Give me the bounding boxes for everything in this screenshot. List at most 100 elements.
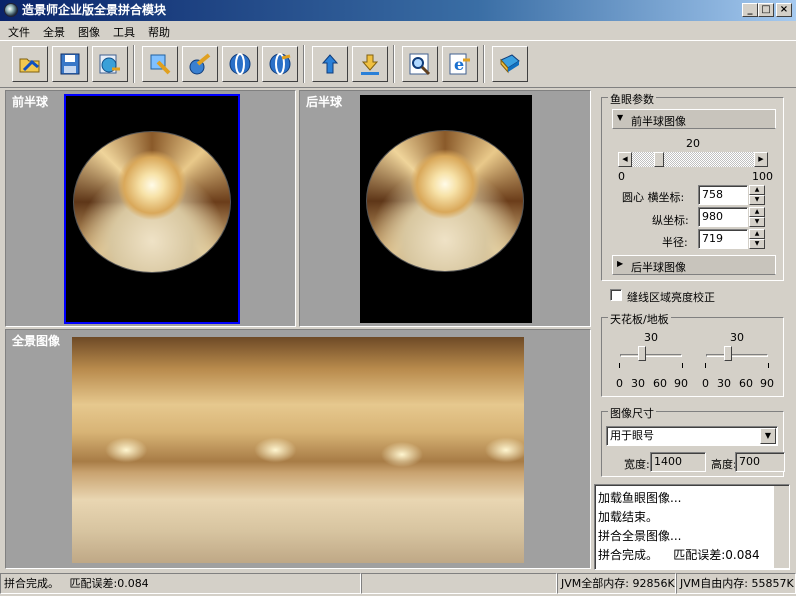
front-hemisphere-panel: 前半球 xyxy=(5,90,296,327)
export-button[interactable] xyxy=(92,46,128,82)
front-section-header[interactable]: ▼ 前半球图像 xyxy=(612,109,776,129)
panorama-image[interactable] xyxy=(72,337,524,563)
close-button[interactable]: × xyxy=(776,3,792,17)
back-sphere-icon xyxy=(269,53,291,75)
slider-value: 20 xyxy=(686,137,700,150)
panorama-panel-title: 全景图像 xyxy=(12,334,61,348)
spin-up-icon[interactable]: ▲ xyxy=(749,229,765,239)
log-line: 加载结束。 xyxy=(598,510,659,524)
export-globe-icon xyxy=(99,54,120,74)
download-button[interactable] xyxy=(352,46,388,82)
front-sphere-button[interactable] xyxy=(222,46,258,82)
slider-track[interactable] xyxy=(632,152,754,167)
collapse-arrow-icon: ▼ xyxy=(617,113,624,122)
save-button[interactable] xyxy=(52,46,88,82)
log-textarea[interactable]: 加载鱼眼图像... 加载结束。 拼合全景图像... 拼合完成。 匹配误差:0.0… xyxy=(594,484,790,570)
maximize-button[interactable]: □ xyxy=(758,3,774,17)
spin-down-icon[interactable]: ▼ xyxy=(749,239,765,249)
zoom-icon xyxy=(409,53,431,76)
center-y-spinner[interactable]: ▲ ▼ xyxy=(749,207,765,227)
spin-down-icon[interactable]: ▼ xyxy=(749,217,765,227)
slider-right-arrow[interactable]: ▶ xyxy=(754,152,768,167)
seam-correction-label: 缝线区域亮度校正 xyxy=(627,291,715,304)
open-button[interactable] xyxy=(12,46,48,82)
back-sphere-button[interactable] xyxy=(262,46,298,82)
center-x-spinner[interactable]: ▲ ▼ xyxy=(749,185,765,205)
minimize-button[interactable]: _ xyxy=(742,3,758,17)
ceiling-tick: 30 xyxy=(631,377,645,390)
select-arrow-icon xyxy=(150,54,171,75)
spin-up-icon[interactable]: ▲ xyxy=(749,207,765,217)
front-section-label: 前半球图像 xyxy=(631,115,686,128)
ceiling-slider-track[interactable] xyxy=(620,354,682,357)
slider-left-arrow[interactable]: ◀ xyxy=(618,152,632,167)
slider-thumb[interactable] xyxy=(654,152,665,167)
status-message: 拼合完成。 匹配误差:0.084 xyxy=(0,573,361,594)
front-sphere-icon xyxy=(229,53,251,75)
upload-icon xyxy=(321,54,339,74)
floor-slider-track[interactable] xyxy=(706,354,768,357)
ceiling-ticks xyxy=(619,363,683,368)
upload-button[interactable] xyxy=(312,46,348,82)
back-section-label: 后半球图像 xyxy=(631,261,686,274)
title-bar[interactable]: 造景师企业版全景拼合模块 xyxy=(0,0,796,21)
save-disk-icon xyxy=(60,53,80,75)
toolbar-separator xyxy=(393,45,395,83)
toolbar: e xyxy=(0,40,796,88)
menu-image[interactable]: 图像 xyxy=(78,24,100,40)
width-field: 1400 xyxy=(650,452,706,472)
ceiling-floor-label: 天花板/地板 xyxy=(608,311,671,327)
spin-down-icon[interactable]: ▼ xyxy=(749,195,765,205)
floor-tick: 90 xyxy=(760,377,774,390)
height-field: 700 xyxy=(735,452,785,472)
download-icon xyxy=(361,54,379,75)
window-title: 造景师企业版全景拼合模块 xyxy=(22,3,167,17)
expand-arrow-icon: ▶ xyxy=(617,259,624,268)
image-size-label: 图像尺寸 xyxy=(608,405,656,421)
toolbar-separator xyxy=(303,45,305,83)
image-size-select[interactable]: 用于眼号 xyxy=(606,426,778,446)
slider-min: 0 xyxy=(618,170,625,183)
back-image-frame[interactable] xyxy=(360,95,532,323)
menu-file[interactable]: 文件 xyxy=(8,24,30,40)
help-button[interactable] xyxy=(492,46,528,82)
log-scrollbar[interactable] xyxy=(773,486,789,568)
log-line: 加载鱼眼图像... xyxy=(598,491,682,505)
slider-max: 100 xyxy=(752,170,773,183)
back-fisheye-image xyxy=(366,130,524,272)
toolbar-separator xyxy=(483,45,485,83)
center-x-input[interactable]: 758 xyxy=(698,185,748,205)
radius-input[interactable]: 719 xyxy=(698,229,748,249)
center-y-input[interactable]: 980 xyxy=(698,207,748,227)
ceiling-slider-thumb[interactable] xyxy=(637,346,646,361)
floor-tick: 0 xyxy=(702,377,709,390)
floor-tick: 60 xyxy=(739,377,753,390)
floor-slider-thumb[interactable] xyxy=(723,346,732,361)
back-section-header[interactable]: ▶ 后半球图像 xyxy=(612,255,776,275)
radius-spinner[interactable]: ▲ ▼ xyxy=(749,229,765,249)
center-y-label: 纵坐标: xyxy=(652,214,689,227)
ceiling-floor-group xyxy=(601,317,784,397)
menu-panorama[interactable]: 全景 xyxy=(43,24,65,40)
log-line: 拼合完成。 匹配误差:0.084 xyxy=(598,548,760,562)
app-icon[interactable] xyxy=(4,3,18,17)
chevron-down-icon[interactable]: ▼ xyxy=(760,428,776,444)
seam-correction-checkbox[interactable] xyxy=(610,289,622,301)
status-total-memory: JVM全部内存: 92856K xyxy=(557,573,676,594)
ceiling-tick: 90 xyxy=(674,377,688,390)
width-label: 宽度: xyxy=(624,458,650,471)
panorama-panel: 全景图像 xyxy=(5,329,591,569)
select-button[interactable] xyxy=(142,46,178,82)
menu-bar: 文件 全景 图像 工具 帮助 xyxy=(0,21,796,40)
rotate-button[interactable] xyxy=(182,46,218,82)
spin-up-icon[interactable]: ▲ xyxy=(749,185,765,195)
zoom-button[interactable] xyxy=(402,46,438,82)
menu-tools[interactable]: 工具 xyxy=(113,24,135,40)
ceiling-tick: 0 xyxy=(616,377,623,390)
radius-label: 半径: xyxy=(662,236,688,249)
floor-value: 30 xyxy=(730,331,744,344)
floor-ticks xyxy=(705,363,769,368)
front-image-frame[interactable] xyxy=(64,94,240,324)
browser-preview-button[interactable]: e xyxy=(442,46,478,82)
menu-help[interactable]: 帮助 xyxy=(148,24,170,40)
